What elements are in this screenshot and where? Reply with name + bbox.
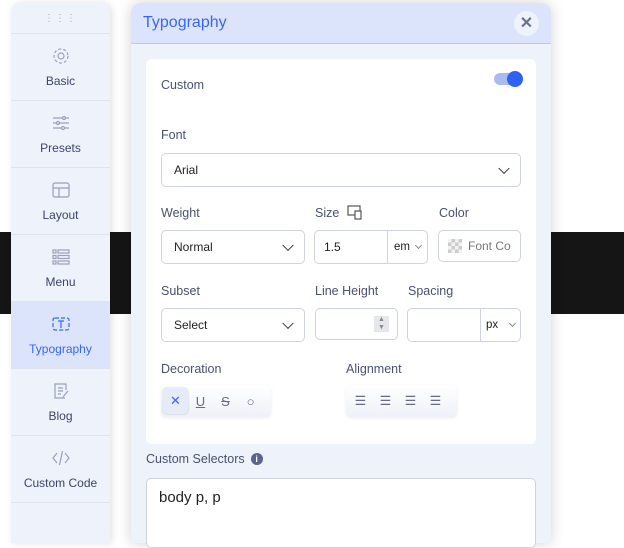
- custom-selectors-textarea[interactable]: body p, p: [146, 478, 536, 548]
- sidebar-item-label: Presets: [40, 141, 81, 155]
- sidebar-item-layout[interactable]: Layout: [11, 168, 110, 235]
- checkerboard-swatch-icon: [448, 239, 462, 253]
- sidebar-item-menu[interactable]: Menu: [11, 235, 110, 302]
- decoration-label: Decoration: [161, 362, 222, 376]
- sidebar-item-custom-code[interactable]: Custom Code: [11, 436, 110, 503]
- line-height-label: Line Height: [315, 284, 379, 298]
- subset-label: Subset: [161, 284, 200, 298]
- align-center-button[interactable]: ☰: [373, 388, 398, 414]
- size-label: Size: [315, 206, 340, 220]
- layout-icon: [51, 182, 70, 198]
- font-value: Arial: [174, 163, 199, 177]
- edit-icon: [53, 383, 68, 399]
- line-height-input[interactable]: ▲ ▼: [315, 308, 398, 340]
- sidebar-item-label: Custom Code: [23, 476, 98, 490]
- sidebar-item-label: Typography: [29, 342, 92, 356]
- overline-button[interactable]: ○: [238, 388, 263, 414]
- sidebar-item-typography[interactable]: Typography: [11, 302, 110, 369]
- align-right-button[interactable]: ☰: [398, 388, 423, 414]
- font-select[interactable]: Arial: [161, 153, 521, 187]
- code-icon: [51, 450, 70, 466]
- panel-header: Typography ✕: [131, 3, 551, 44]
- chevron-down-icon: [414, 241, 423, 250]
- chevron-down-icon: [282, 239, 294, 252]
- spacing-label: Spacing: [408, 284, 454, 298]
- info-icon[interactable]: i: [250, 453, 263, 465]
- sliders-icon: [52, 115, 69, 131]
- strikethrough-button[interactable]: S: [213, 388, 238, 414]
- sidebar-item-label: Menu: [45, 275, 76, 289]
- weight-select[interactable]: Normal: [161, 230, 305, 264]
- color-label: Color: [439, 206, 469, 220]
- typography-panel: Typography ✕ Custom Font Arial Weight No…: [131, 3, 551, 548]
- font-label: Font: [161, 128, 187, 142]
- alignment-label: Alignment: [346, 362, 402, 376]
- sidebar-item-label: Basic: [45, 74, 76, 88]
- size-input[interactable]: 1.5 em: [314, 230, 428, 264]
- color-placeholder: Font Co: [468, 239, 511, 253]
- sidebar: ⋮⋮⋮ Basic Presets Layout Menu Typography…: [11, 3, 110, 543]
- size-value[interactable]: 1.5: [315, 240, 387, 254]
- close-icon: ✕: [519, 15, 534, 32]
- align-left-button[interactable]: ☰: [348, 388, 373, 414]
- spacing-input[interactable]: px: [407, 308, 521, 342]
- size-unit-select[interactable]: em: [387, 231, 427, 263]
- weight-value: Normal: [174, 240, 213, 254]
- subset-value: Select: [174, 318, 208, 332]
- font-color-picker[interactable]: Font Co: [438, 230, 521, 262]
- alignment-group: ☰ ☰ ☰ ☰: [346, 385, 457, 417]
- text-icon: [51, 317, 70, 331]
- sidebar-item-label: Blog: [48, 409, 73, 423]
- custom-label: Custom: [161, 78, 205, 92]
- custom-toggle[interactable]: [494, 71, 523, 87]
- chevron-down-icon: [498, 162, 510, 175]
- chevron-down-icon: [508, 319, 517, 328]
- decoration-group: ✕ U S ○: [161, 385, 271, 417]
- align-justify-button[interactable]: ☰: [423, 388, 448, 414]
- decoration-none-button[interactable]: ✕: [163, 388, 188, 414]
- underline-button[interactable]: U: [188, 388, 213, 414]
- drag-handle-icon[interactable]: ⋮⋮⋮: [11, 3, 110, 34]
- close-button[interactable]: ✕: [514, 10, 539, 36]
- panel-title: Typography: [143, 14, 227, 31]
- weight-label: Weight: [161, 206, 200, 220]
- subset-select[interactable]: Select: [161, 308, 305, 342]
- sidebar-item-label: Layout: [42, 208, 79, 222]
- sidebar-item-blog[interactable]: Blog: [11, 369, 110, 436]
- custom-selectors-label: Custom Selectors i: [146, 452, 263, 466]
- chevron-down-icon: [282, 317, 294, 330]
- settings-card: Custom Font Arial Weight Normal Size 1.5…: [146, 59, 536, 444]
- sidebar-item-presets[interactable]: Presets: [11, 101, 110, 168]
- gear-icon: [52, 48, 69, 64]
- spacing-unit-select[interactable]: px: [480, 309, 520, 341]
- responsive-device-icon[interactable]: [347, 204, 363, 220]
- menu-icon: [51, 249, 70, 265]
- stepper-icon[interactable]: ▲ ▼: [374, 316, 389, 332]
- sidebar-item-basic[interactable]: Basic: [11, 34, 110, 101]
